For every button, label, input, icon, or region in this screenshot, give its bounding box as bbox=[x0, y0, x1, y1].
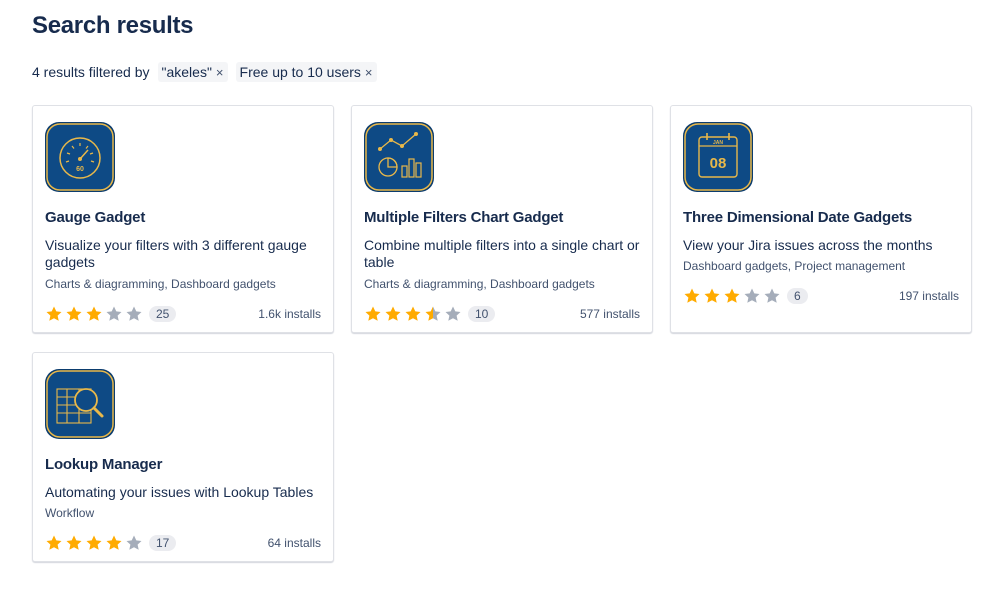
calendar-icon-day: 08 bbox=[710, 155, 727, 172]
rating-stars bbox=[683, 287, 783, 305]
star-icon bbox=[445, 306, 461, 321]
review-count: 6 bbox=[787, 288, 808, 304]
calendar-icon-month: JAN bbox=[713, 140, 723, 146]
page-title: Search results bbox=[32, 12, 194, 39]
rating: 17 bbox=[45, 534, 177, 552]
table-search-icon bbox=[45, 369, 115, 439]
app-card-multiple-filters-chart-gadget[interactable]: Multiple Filters Chart Gadget Combine mu… bbox=[351, 105, 653, 333]
calendar-icon: JAN 08 bbox=[683, 122, 753, 192]
close-icon[interactable]: × bbox=[365, 65, 373, 80]
install-count: 577 installs bbox=[579, 307, 640, 321]
rating: 25 bbox=[45, 305, 177, 323]
rating-stars bbox=[364, 305, 464, 323]
install-count: 64 installs bbox=[267, 536, 321, 550]
star-icon bbox=[126, 306, 142, 321]
filter-chip-label: "akeles" bbox=[161, 64, 212, 80]
star-icon bbox=[764, 288, 780, 303]
app-description: Combine multiple filters into a single c… bbox=[364, 237, 640, 270]
app-categories: Charts & diagramming, Dashboard gadgets bbox=[45, 277, 276, 291]
install-count: 197 installs bbox=[898, 289, 959, 303]
star-icon bbox=[425, 306, 441, 321]
app-name[interactable]: Multiple Filters Chart Gadget bbox=[364, 209, 563, 226]
star-icon bbox=[66, 535, 82, 550]
star-icon bbox=[106, 535, 122, 550]
app-description: Automating your issues with Lookup Table… bbox=[45, 484, 314, 500]
result-count: 4 results filtered by bbox=[32, 64, 150, 80]
star-icon bbox=[86, 535, 102, 550]
gauge-icon-text: 60 bbox=[76, 166, 84, 173]
app-card-gauge-gadget[interactable]: 60 Gauge Gadget Visualize your filters w… bbox=[32, 105, 334, 333]
star-icon bbox=[704, 288, 720, 303]
filter-chip-label: Free up to 10 users bbox=[239, 64, 361, 80]
star-icon bbox=[684, 288, 700, 303]
app-description: View your Jira issues across the months bbox=[683, 237, 933, 253]
rating-stars bbox=[45, 305, 145, 323]
filter-chip-free-10-users[interactable]: Free up to 10 users × bbox=[235, 62, 377, 82]
review-count: 10 bbox=[468, 306, 496, 322]
app-name[interactable]: Three Dimensional Date Gadgets bbox=[683, 209, 912, 226]
star-icon bbox=[744, 288, 760, 303]
app-description: Visualize your filters with 3 different … bbox=[45, 237, 307, 270]
gauge-icon: 60 bbox=[45, 122, 115, 192]
rating-stars bbox=[45, 534, 145, 552]
star-icon bbox=[46, 535, 62, 550]
install-count: 1.6k installs bbox=[258, 307, 321, 321]
app-name[interactable]: Lookup Manager bbox=[45, 456, 162, 473]
star-icon bbox=[365, 306, 381, 321]
review-count: 25 bbox=[149, 306, 177, 322]
app-name[interactable]: Gauge Gadget bbox=[45, 209, 145, 226]
star-icon bbox=[126, 535, 142, 550]
app-categories: Workflow bbox=[45, 506, 95, 520]
star-icon bbox=[106, 306, 122, 321]
app-categories: Charts & diagramming, Dashboard gadgets bbox=[364, 277, 595, 291]
star-icon bbox=[86, 306, 102, 321]
star-icon bbox=[46, 306, 62, 321]
star-icon bbox=[385, 306, 401, 321]
review-count: 17 bbox=[149, 535, 177, 551]
app-card-three-dimensional-date-gadgets[interactable]: JAN 08 Three Dimensional Date Gadgets Vi… bbox=[670, 105, 972, 333]
chart-icon bbox=[364, 122, 434, 192]
star-icon bbox=[405, 306, 421, 321]
filter-bar: 4 results filtered by "akeles" × Free up… bbox=[32, 62, 385, 82]
rating: 10 bbox=[364, 305, 496, 323]
filter-chip-akeles[interactable]: "akeles" × bbox=[157, 62, 228, 82]
app-categories: Dashboard gadgets, Project management bbox=[683, 259, 906, 273]
rating: 6 bbox=[683, 287, 808, 305]
star-icon bbox=[724, 288, 740, 303]
close-icon[interactable]: × bbox=[216, 65, 224, 80]
app-card-lookup-manager[interactable]: Lookup Manager Automating your issues wi… bbox=[32, 352, 334, 562]
star-icon bbox=[66, 306, 82, 321]
